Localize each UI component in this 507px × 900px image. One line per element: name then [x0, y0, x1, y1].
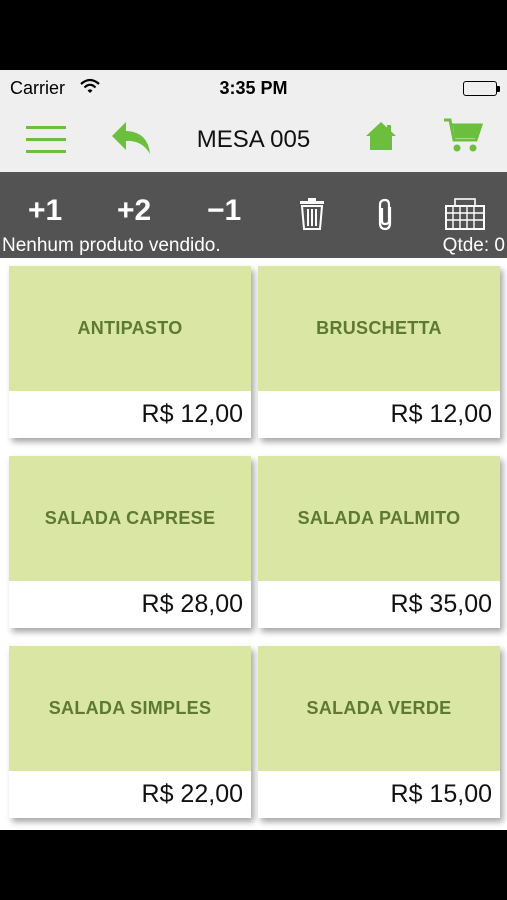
product-card-salada-simples[interactable]: SALADA SIMPLES R$ 22,00	[9, 646, 251, 818]
trash-icon[interactable]	[298, 198, 326, 235]
product-card-bruschetta[interactable]: BRUSCHETTA R$ 12,00	[258, 266, 500, 438]
product-card-antipasto[interactable]: ANTIPASTO R$ 12,00	[9, 266, 251, 438]
product-name: SALADA CAPRESE	[44, 508, 216, 528]
product-grid: ANTIPASTO R$ 12,00 BRUSCHETTA R$ 12,00 S…	[0, 258, 507, 830]
product-name: BRUSCHETTA	[316, 318, 442, 338]
sales-status-text: Nenhum produto vendido.	[2, 235, 221, 256]
clock: 3:35 PM	[219, 78, 288, 98]
product-card-salada-caprese[interactable]: SALADA CAPRESE R$ 28,00	[9, 456, 251, 628]
product-price: R$ 15,00	[390, 780, 492, 808]
product-name: SALADA SIMPLES	[48, 698, 212, 718]
app-screen: Carrier 3:35 PM MESA 005 +1 +2 −1 Nenhum…	[0, 70, 507, 830]
minus-one-button[interactable]: −1	[207, 194, 241, 228]
product-price: R$ 12,00	[390, 400, 492, 428]
product-price: R$ 28,00	[141, 590, 243, 618]
nav-bar: MESA 005	[0, 106, 507, 172]
status-bar: Carrier 3:35 PM	[0, 70, 507, 106]
product-price: R$ 35,00	[390, 590, 492, 618]
product-name: SALADA VERDE	[306, 698, 452, 718]
product-name: SALADA PALMITO	[297, 508, 461, 528]
battery-icon	[463, 81, 500, 96]
product-card-salada-palmito[interactable]: SALADA PALMITO R$ 35,00	[258, 456, 500, 628]
plus-one-button[interactable]: +1	[28, 194, 62, 228]
cart-icon[interactable]	[442, 116, 484, 161]
quantity-label: Qtde: 0	[442, 235, 505, 256]
product-name: ANTIPASTO	[77, 318, 183, 338]
product-card-salada-verde[interactable]: SALADA VERDE R$ 15,00	[258, 646, 500, 818]
keyboard-icon[interactable]	[445, 198, 485, 235]
action-toolbar: +1 +2 −1 Nenhum produto vendido. Qtde: 0	[0, 172, 507, 258]
paperclip-icon[interactable]	[374, 198, 398, 237]
page-title: MESA 005	[196, 126, 311, 153]
product-price: R$ 12,00	[141, 400, 243, 428]
product-price: R$ 22,00	[141, 780, 243, 808]
plus-two-button[interactable]: +2	[117, 194, 151, 228]
home-icon[interactable]	[364, 120, 398, 157]
